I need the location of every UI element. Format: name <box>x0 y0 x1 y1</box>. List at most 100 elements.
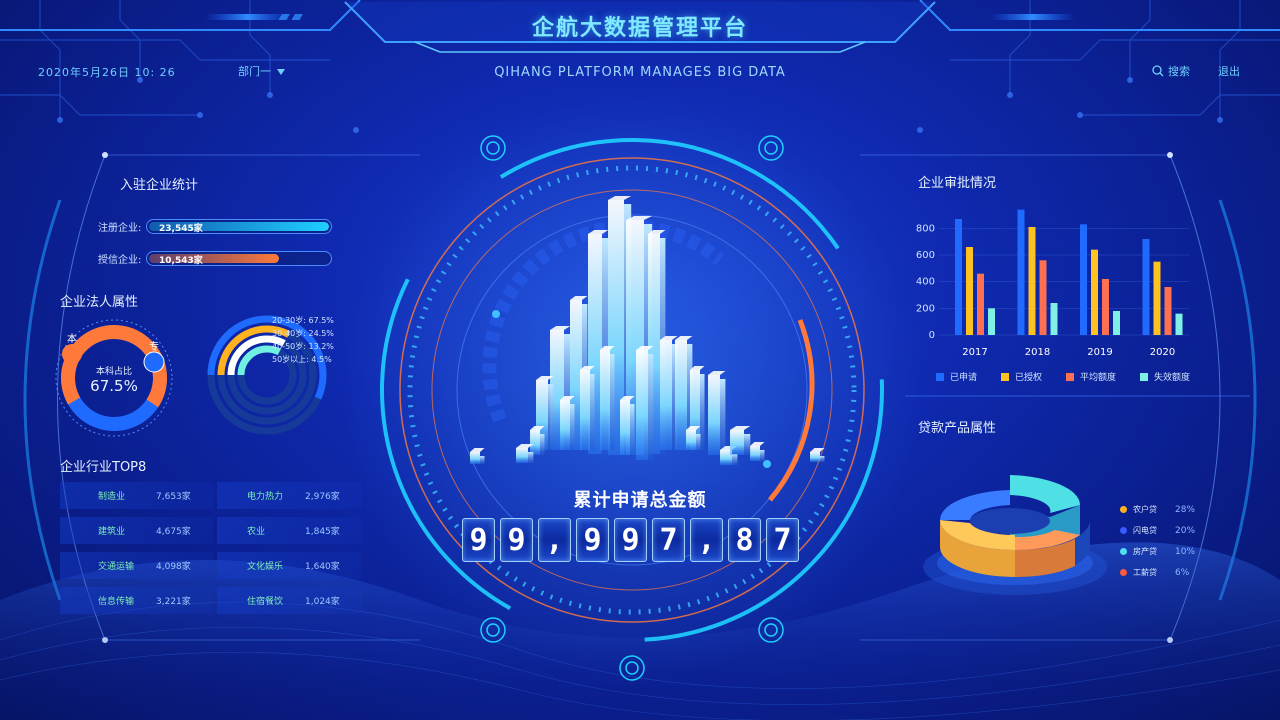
building <box>530 430 540 455</box>
age-legend-item: 50岁以上: 4.5% <box>272 355 332 364</box>
table-row: 交通运输 4,098家 文化娱乐 1,640家 <box>60 552 362 579</box>
building <box>516 448 528 463</box>
loan-product-title: 贷款产品属性 <box>918 421 997 436</box>
building <box>470 452 480 464</box>
department-dropdown[interactable]: 部门一 <box>238 63 285 79</box>
legend-name: 工薪贷 <box>1133 568 1157 577</box>
building-top <box>750 442 765 446</box>
building-top <box>588 230 609 234</box>
registered-label: 注册企业: <box>98 223 142 234</box>
search-icon <box>1152 65 1164 77</box>
legend-swatch <box>936 372 944 381</box>
industry-cell: 信息传输 3,221家 <box>60 587 213 614</box>
age-legend-item: 20-30岁: 67.5% <box>272 316 334 325</box>
loan-product-3d-pie <box>923 475 1107 595</box>
industry-name: 文化娱乐 <box>247 562 284 572</box>
bar-3 <box>988 308 995 335</box>
approval-chart-title: 企业审批情况 <box>918 176 997 191</box>
building-top <box>730 426 751 430</box>
x-tick-label: 2018 <box>1025 347 1050 358</box>
building-top <box>608 196 632 200</box>
bar-2 <box>1102 279 1109 335</box>
building <box>580 370 590 450</box>
registered-value: 23,545家 <box>159 224 203 234</box>
legend-item: 农户贷 28% <box>1120 499 1195 520</box>
legend-dot <box>1120 527 1127 534</box>
legend-item: 工薪贷 6% <box>1120 562 1195 583</box>
counter-digit: 7 <box>652 518 685 562</box>
search-label: 搜索 <box>1168 65 1190 78</box>
industry-value: 3,221家 <box>156 597 191 607</box>
department-label: 部门一 <box>238 65 271 78</box>
building-side <box>528 452 534 463</box>
industry-value: 1,640家 <box>305 562 340 572</box>
counter-digit: 9 <box>576 518 609 562</box>
building-side <box>696 434 701 450</box>
building <box>560 400 570 450</box>
bar-1 <box>1153 261 1161 335</box>
building-top <box>550 326 571 330</box>
legend-pct: 10% <box>1175 546 1196 557</box>
building <box>730 430 744 455</box>
bar-0 <box>1017 209 1025 335</box>
building <box>636 350 648 460</box>
x-tick-label: 2020 <box>1150 347 1175 358</box>
table-row: 建筑业 4,675家 农业 1,845家 <box>60 517 362 544</box>
legend-item: 已授权 <box>1001 370 1042 383</box>
y-tick-label: 200 <box>916 303 935 314</box>
building-top <box>570 296 588 300</box>
building-top <box>810 448 825 452</box>
city-buildings-illustration <box>470 196 825 465</box>
y-tick-label: 0 <box>929 330 935 341</box>
building-side <box>548 384 554 450</box>
industry-value: 1,024家 <box>305 597 340 607</box>
bar-3 <box>1113 311 1120 335</box>
industry-value: 1,845家 <box>305 527 340 537</box>
approval-chart-legend: 已申请 已授权 平均额度 失效额度 <box>936 370 1190 383</box>
bar-0 <box>1142 239 1150 335</box>
donut-center-label: 本科占比 <box>95 367 132 377</box>
logout-button[interactable]: 退出 <box>1218 63 1240 79</box>
x-tick-label: 2019 <box>1087 347 1112 358</box>
building-side <box>732 454 738 465</box>
y-tick-label: 600 <box>916 250 935 261</box>
credit-enterprise-row: 授信企业: 10,543家 <box>98 251 332 266</box>
legend-pct: 28% <box>1175 504 1196 515</box>
industry-top8-title: 企业行业TOP8 <box>60 460 147 475</box>
building <box>600 350 610 450</box>
building-side <box>480 456 485 464</box>
legend-name: 房产贷 <box>1133 547 1157 556</box>
bar-1 <box>966 247 973 335</box>
bar-2 <box>1164 287 1172 335</box>
registered-bar: 23,545家 <box>146 219 332 234</box>
bar-2 <box>1039 260 1047 335</box>
registered-enterprise-row: 注册企业: 23,545家 <box>98 219 332 234</box>
building <box>660 340 672 450</box>
legend-swatch <box>1140 372 1149 381</box>
building-side <box>540 434 545 455</box>
legend-swatch <box>1001 372 1010 381</box>
building-top <box>708 371 726 375</box>
building-side <box>648 354 654 460</box>
credit-value: 10,543家 <box>159 256 203 266</box>
building <box>620 400 630 455</box>
legend-swatch <box>1066 372 1075 381</box>
legend-name: 闪电贷 <box>1133 526 1157 535</box>
legend-item: 房产贷 10% <box>1120 541 1195 562</box>
total-amount-counter: 9 9 , 9 9 7 , 8 7 <box>462 518 799 562</box>
legend-pct: 6% <box>1175 567 1190 578</box>
industry-value: 4,675家 <box>156 527 191 537</box>
legend-label: 失效额度 <box>1154 373 1191 383</box>
table-row: 信息传输 3,221家 住宿餐饮 1,024家 <box>60 587 362 614</box>
x-tick-label: 2017 <box>962 347 987 358</box>
page-title: 企航大数据管理平台 <box>531 16 748 41</box>
building-side <box>820 456 825 462</box>
building-side <box>700 374 705 450</box>
industry-cell: 建筑业 4,675家 <box>60 517 213 544</box>
bar-1 <box>1028 227 1036 335</box>
legend-item: 失效额度 <box>1140 370 1190 383</box>
legend-item: 闪电贷 20% <box>1120 520 1195 541</box>
bar-3 <box>1050 303 1058 335</box>
search-button[interactable]: 搜索 <box>1152 63 1190 79</box>
legend-dot <box>1120 506 1127 513</box>
